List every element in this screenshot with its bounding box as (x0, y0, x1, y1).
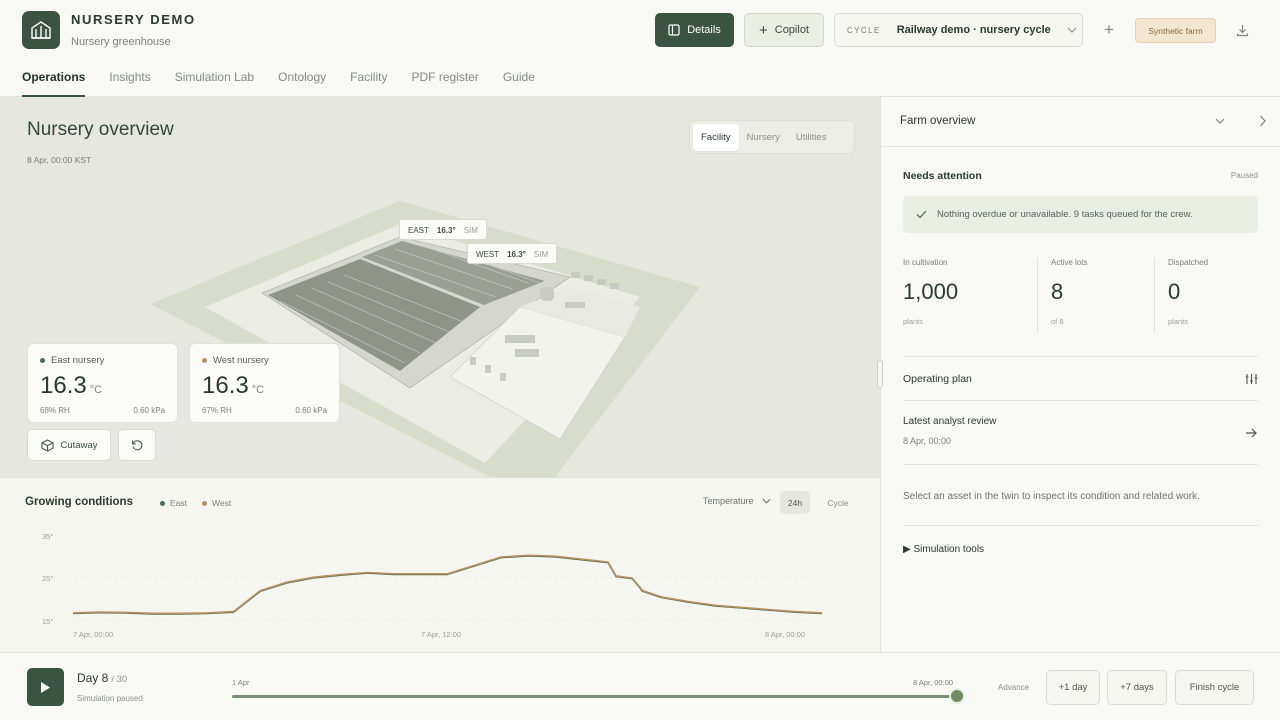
advance-1-day-button[interactable]: +1 day (1046, 670, 1100, 705)
tab-pdf-register[interactable]: PDF register (411, 70, 478, 97)
series-line-west (72, 554, 823, 615)
add-icon[interactable]: + (1099, 20, 1119, 40)
chevron-right-icon[interactable] (1259, 115, 1267, 127)
app-subtitle: Nursery greenhouse (71, 36, 171, 48)
timeline-end: 8 Apr, 00:00 (913, 678, 954, 687)
selection-hint: Select an asset in the twin to inspect i… (903, 491, 1200, 502)
tab-guide[interactable]: Guide (503, 70, 535, 97)
east-temperature: 16.3 (40, 372, 87, 399)
east-zone-tag[interactable]: EAST 16.3° SIM (399, 219, 487, 240)
west-nursery-card[interactable]: West nursery 16.3 °C 67% RH 0.60 kPa (189, 343, 340, 423)
east-dot-icon (40, 358, 45, 363)
overview-timestamp: 8 Apr, 00:00 KST (27, 155, 92, 165)
panel-icon (668, 24, 680, 36)
cube-icon (40, 438, 54, 452)
timeline-track[interactable] (232, 695, 958, 698)
cycle-select[interactable]: CYCLE Railway demo · nursery cycle (834, 13, 1083, 47)
rotate-icon (131, 439, 142, 450)
tab-facility[interactable]: Facility (350, 70, 387, 97)
west-temperature: 16.3 (202, 372, 249, 399)
timeline-start: 1 Apr (232, 678, 250, 687)
stat-in-cultivation: In cultivation 1,000 plants (903, 258, 959, 326)
download-icon[interactable] (1232, 20, 1252, 40)
synthetic-farm-badge: Synthetic farm (1135, 18, 1216, 43)
farm-overview-title: Farm overview (900, 115, 976, 127)
chevron-down-icon (1067, 27, 1077, 33)
app-title: NURSERY DEMO (71, 12, 196, 27)
simulation-status: Simulation paused (77, 694, 143, 703)
advance-label: Advance (998, 683, 1030, 692)
play-button[interactable] (27, 668, 64, 706)
timeline-handle[interactable] (949, 688, 965, 704)
west-dot-icon (202, 358, 207, 363)
east-nursery-card[interactable]: East nursery 16.3 °C 68% RH 0.60 kPa (27, 343, 178, 423)
check-icon (916, 210, 927, 219)
day-counter: Day 8/ 30 (77, 671, 128, 685)
copilot-button[interactable]: + Copilot (744, 13, 824, 47)
view-utilities[interactable]: Utilities (788, 124, 835, 151)
play-icon (41, 681, 50, 693)
tab-operations[interactable]: Operations (22, 70, 86, 97)
panel-resize-handle[interactable] (877, 360, 883, 388)
east-humidity: 68% RH (40, 406, 70, 415)
details-button[interactable]: Details (655, 13, 734, 47)
stat-dispatched: Dispatched 0 plants (1168, 258, 1209, 326)
attention-ok-message: Nothing overdue or unavailable. 9 tasks … (903, 196, 1258, 233)
tab-insights[interactable]: Insights (109, 70, 150, 97)
sliders-icon (1245, 374, 1258, 384)
status-badge: Paused (1230, 171, 1258, 180)
advance-7-days-button[interactable]: +7 days (1107, 670, 1167, 705)
plus-icon: + (758, 21, 768, 39)
page-title: Nursery overview (27, 119, 174, 140)
arrow-right-icon (1246, 428, 1257, 438)
app-header: NURSERY DEMO Nursery greenhouse Details … (0, 0, 1280, 97)
operating-plan-row[interactable]: Operating plan (903, 373, 1258, 393)
tab-simulation-lab[interactable]: Simulation Lab (175, 70, 254, 97)
needs-attention-heading: Needs attention (903, 170, 982, 182)
west-vpd: 0.60 kPa (295, 406, 327, 415)
greenhouse-logo-icon (22, 11, 60, 49)
cutaway-button[interactable]: Cutaway (27, 429, 111, 461)
farm-overview-panel: Farm overview Needs attention Paused Not… (880, 97, 1280, 652)
west-zone-tag[interactable]: WEST 16.3° SIM (467, 243, 558, 264)
view-nursery[interactable]: Nursery (739, 124, 788, 151)
growing-conditions-panel: Growing conditions East West Temperature… (0, 477, 880, 652)
temperature-line-chart[interactable] (0, 478, 880, 653)
tab-ontology[interactable]: Ontology (278, 70, 326, 97)
simulation-footer: Day 8/ 30 Simulation paused 1 Apr 8 Apr,… (0, 652, 1280, 720)
reset-view-button[interactable] (118, 429, 156, 461)
finish-cycle-button[interactable]: Finish cycle (1175, 670, 1254, 705)
view-facility[interactable]: Facility (693, 123, 739, 151)
nav-tabs: Operations Insights Simulation Lab Ontol… (22, 70, 535, 97)
facility-3d-view[interactable]: Nursery overview 8 Apr, 00:00 KST Facili… (0, 97, 880, 477)
east-vpd: 0.60 kPa (133, 406, 165, 415)
west-humidity: 67% RH (202, 406, 232, 415)
stat-active-lots: Active lots 8 of 8 (1051, 258, 1088, 326)
chevron-down-icon[interactable] (1215, 118, 1225, 126)
view-segment: Facility Nursery Utilities (689, 120, 855, 154)
simulation-tools-toggle[interactable]: ▶ Simulation tools (903, 544, 984, 555)
analyst-review-row[interactable]: Latest analyst review 8 Apr, 00:00 (903, 416, 1258, 450)
